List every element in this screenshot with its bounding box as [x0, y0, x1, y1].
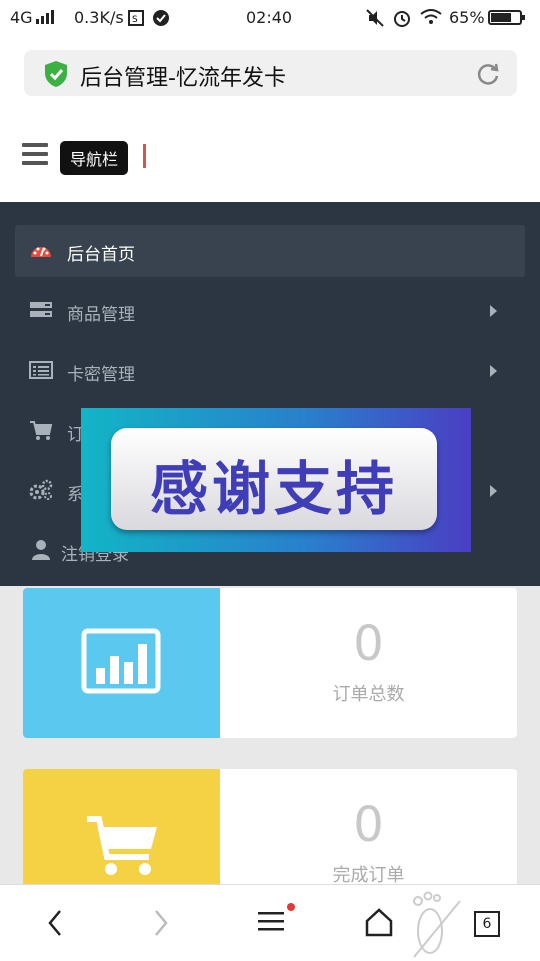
wifi-icon: [420, 9, 442, 24]
clock-time: 02:40: [246, 8, 293, 27]
menu-icon[interactable]: [256, 901, 300, 941]
browser-toolbar: 后台管理-忆流年发卡: [0, 36, 540, 112]
network-type: 4G: [10, 8, 33, 27]
forward-icon[interactable]: [150, 905, 172, 941]
nav-tooltip: 导航栏: [60, 141, 129, 175]
sidebar-item-label: 后台首页: [67, 245, 135, 265]
card-icon-panel: [23, 588, 220, 738]
stat-card-total-orders: 0 订单总数: [23, 588, 517, 738]
sidebar-item-products[interactable]: 商品管理: [15, 285, 525, 337]
dashboard-icon: [31, 247, 51, 257]
cart-icon: [30, 421, 53, 440]
chevron-right-icon: [490, 305, 497, 317]
footprint-watermark-icon: [413, 891, 461, 958]
site-header: 导航栏: [0, 112, 540, 202]
server-icon: [30, 302, 52, 317]
gears-icon: [29, 479, 53, 500]
menu-toggle-button[interactable]: [22, 143, 48, 167]
bar-chart-icon: [81, 628, 161, 694]
check-circle-icon: [153, 10, 169, 26]
battery-percent: 65%: [449, 8, 485, 27]
stat-value: 0: [353, 797, 384, 853]
thanks-badge: 感谢支持: [111, 428, 437, 530]
svg-text:S: S: [132, 15, 138, 25]
thanks-overlay-image: 感谢支持: [81, 408, 471, 552]
sidebar-item-dashboard[interactable]: 后台首页: [15, 225, 525, 277]
signal-icon: [36, 10, 54, 24]
stat-value: 0: [353, 616, 384, 672]
browser-bottom-bar: 6: [0, 884, 540, 961]
logo: [137, 144, 146, 168]
battery-icon: [488, 10, 525, 25]
mute-icon: [366, 9, 384, 27]
thanks-text: 感谢支持: [149, 455, 398, 523]
sidebar-item-label: 商品管理: [67, 305, 135, 325]
network-speed: 0.3K/s: [74, 8, 124, 27]
cart-icon: [87, 816, 157, 875]
tabs-count-button[interactable]: 6: [474, 911, 500, 937]
sidebar-item-label: 卡密管理: [67, 365, 135, 385]
sidebar-item-cards[interactable]: 卡密管理: [15, 345, 525, 397]
sim-card-icon: S: [128, 10, 144, 26]
page-title: 后台管理-忆流年发卡: [80, 66, 286, 91]
stat-label: 订单总数: [332, 684, 405, 705]
home-icon[interactable]: [364, 905, 394, 941]
status-bar: 4G 0.3K/s S 02:40 65%: [0, 0, 540, 36]
refresh-icon[interactable]: [475, 61, 501, 87]
security-shield-icon: [45, 61, 67, 87]
chevron-right-icon: [490, 365, 497, 377]
address-bar[interactable]: 后台管理-忆流年发卡: [24, 50, 517, 96]
hamburger-icon: [22, 143, 48, 147]
list-card-icon: [29, 361, 53, 379]
chevron-right-icon: [490, 485, 497, 497]
user-icon: [32, 540, 50, 560]
back-icon[interactable]: [44, 905, 66, 941]
alarm-icon: [394, 11, 410, 27]
